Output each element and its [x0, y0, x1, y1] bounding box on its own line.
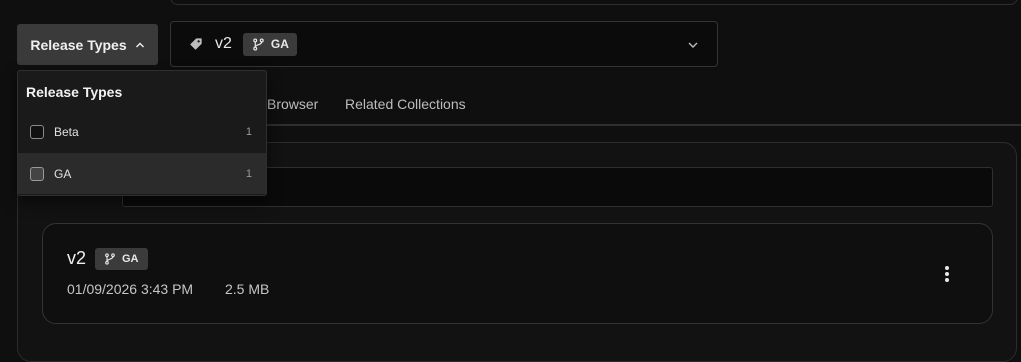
tab-browser[interactable]: Browser — [267, 96, 318, 112]
chevron-down-icon — [688, 42, 698, 48]
option-label: GA — [54, 166, 72, 181]
version-card-size: 2.5 MB — [225, 281, 270, 297]
branch-icon — [253, 37, 264, 51]
selected-version-name: v2 — [215, 35, 232, 52]
branch-icon — [105, 253, 115, 265]
version-card[interactable] — [42, 223, 993, 324]
version-card-badge-label: GA — [122, 253, 139, 265]
dropdown-title: Release Types — [26, 84, 123, 100]
release-type-option-ga[interactable]: GA 1 — [18, 153, 266, 194]
version-selector[interactable]: v2 GA — [170, 21, 718, 67]
ga-checkbox[interactable] — [30, 166, 44, 181]
chevron-up-icon — [135, 42, 144, 47]
version-card-name: v2 — [67, 248, 87, 268]
version-card-date: 01/09/2026 3:43 PM — [67, 281, 194, 297]
selected-version-release-badge: GA — [242, 32, 297, 56]
top-panel-edge — [170, 0, 1018, 5]
version-card-release-badge: GA — [95, 248, 148, 270]
option-count: 1 — [245, 125, 252, 138]
more-vertical-icon[interactable] — [939, 264, 955, 284]
release-types-filter-button[interactable]: Release Types — [17, 24, 158, 65]
option-label: Beta — [54, 124, 79, 139]
tag-icon — [190, 38, 202, 50]
beta-checkbox[interactable] — [30, 124, 44, 139]
release-types-filter-label: Release Types — [30, 36, 127, 53]
selected-version-badge-label: GA — [270, 37, 289, 51]
tab-related-collections[interactable]: Related Collections — [345, 96, 466, 112]
option-count: 1 — [245, 167, 252, 180]
release-type-option-beta[interactable]: Beta 1 — [18, 111, 266, 152]
tabs-divider — [266, 124, 1021, 126]
